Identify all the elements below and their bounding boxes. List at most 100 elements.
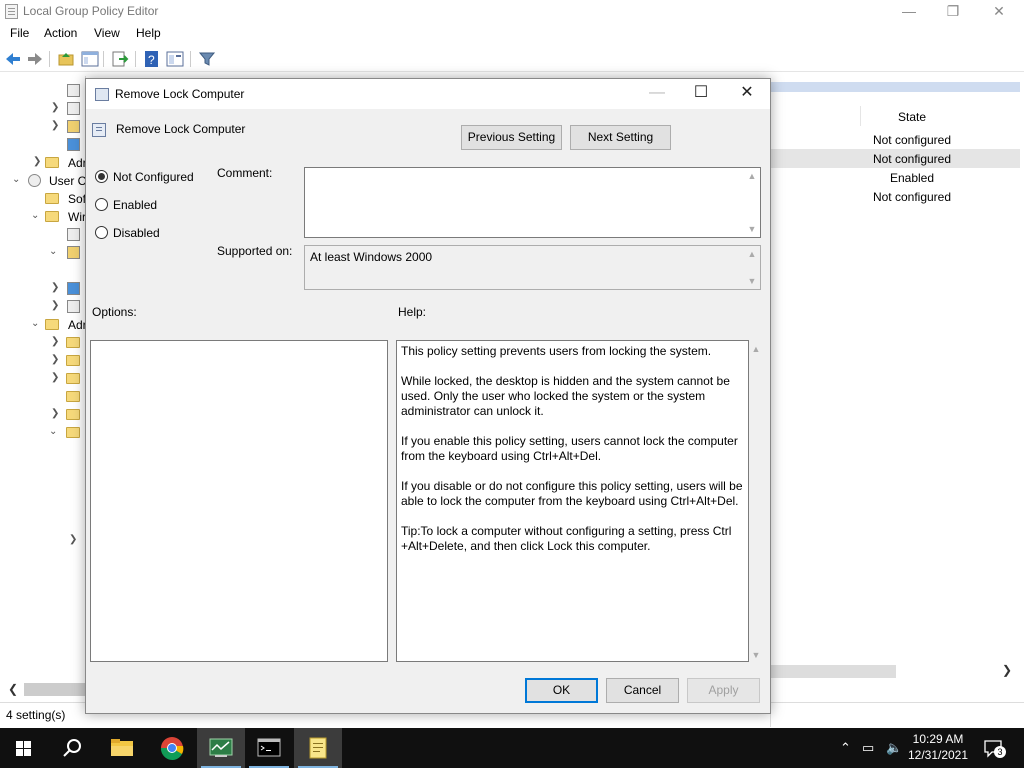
apply-button[interactable]: Apply: [687, 678, 760, 703]
tree-node[interactable]: ❯: [4, 298, 85, 316]
dialog-titlebar[interactable]: Remove Lock Computer — ☐ ✕: [86, 79, 770, 109]
tree-node[interactable]: ❯: [4, 280, 85, 298]
menu-help[interactable]: Help: [136, 26, 161, 40]
tree-node-software-settings[interactable]: Sof: [4, 190, 85, 208]
tree-horizontal-scrollbar[interactable]: ❮: [4, 680, 86, 698]
dialog-minimize-button: —: [649, 84, 665, 101]
tree-node-admin-templates-user[interactable]: ⌄ Adr: [4, 316, 85, 334]
options-panel: [90, 340, 388, 662]
dialog-maximize-button[interactable]: ☐: [678, 79, 724, 109]
help-paragraph: While locked, the desktop is hidden and …: [401, 374, 730, 418]
taskbar-chrome[interactable]: [148, 728, 196, 768]
chevron-up-icon[interactable]: ⌃: [840, 740, 851, 756]
list-item[interactable]: Not configured: [770, 187, 1020, 206]
policy-setting-icon: [92, 123, 106, 137]
search-icon: [63, 739, 81, 757]
taskbar-command-prompt[interactable]: [245, 728, 293, 768]
comment-scrollbar[interactable]: ▲ ▼: [746, 170, 758, 235]
volume-muted-icon[interactable]: 🔈: [886, 740, 902, 756]
list-item[interactable]: Not configured: [770, 149, 1020, 168]
qos-chart-icon: [67, 138, 80, 151]
scroll-thumb[interactable]: [770, 665, 896, 678]
tree-node[interactable]: ❯: [4, 370, 85, 388]
tree-node[interactable]: ⌄: [4, 244, 85, 262]
policy-setting-dialog: Remove Lock Computer — ☐ ✕ Remove Lock C…: [85, 78, 771, 714]
menu-view[interactable]: View: [94, 26, 120, 40]
comment-field[interactable]: ▲ ▼: [304, 167, 761, 238]
qos-chart-icon: [67, 282, 80, 295]
scroll-up-icon[interactable]: ▲: [749, 344, 763, 354]
up-folder-icon[interactable]: [57, 50, 75, 68]
show-hide-tree-icon[interactable]: [81, 50, 99, 68]
security-icon: [67, 120, 80, 133]
menu-action[interactable]: Action: [44, 26, 77, 40]
export-list-icon[interactable]: [111, 50, 129, 68]
tree-node[interactable]: ⌄: [4, 424, 85, 442]
tree-node-windows-settings[interactable]: ⌄ Wir: [4, 208, 85, 226]
help-paragraph: If you enable this policy setting, users…: [401, 434, 738, 463]
dialog-close-button[interactable]: ✕: [724, 79, 770, 109]
help-panel: This policy setting prevents users from …: [396, 340, 749, 662]
notification-center-icon[interactable]: 3: [983, 738, 1006, 758]
scroll-down-icon[interactable]: ▼: [749, 650, 763, 660]
supported-on-label: Supported on:: [217, 244, 293, 258]
help-paragraph: If you disable or do not configure this …: [401, 479, 743, 508]
help-icon[interactable]: ?: [143, 50, 161, 68]
filter-icon[interactable]: [198, 50, 216, 68]
taskbar-file-explorer[interactable]: [98, 728, 146, 768]
chrome-icon: [160, 737, 184, 760]
tree-node[interactable]: ❯: [4, 334, 85, 352]
status-text: 4 setting(s): [6, 708, 66, 722]
gpe-titlebar: Local Group Policy Editor — ❐ ✕: [0, 0, 1024, 24]
cancel-button[interactable]: Cancel: [606, 678, 679, 703]
gpe-window-title: Local Group Policy Editor: [23, 4, 159, 18]
scroll-left-icon[interactable]: ❮: [8, 682, 18, 696]
search-button[interactable]: [48, 728, 96, 768]
scroll-right-icon[interactable]: ❯: [1002, 663, 1012, 677]
tree-node[interactable]: [4, 226, 85, 244]
ok-button[interactable]: OK: [525, 678, 598, 703]
taskbar-notepad[interactable]: [294, 728, 342, 768]
comment-label: Comment:: [217, 166, 273, 180]
menu-file[interactable]: File: [10, 26, 29, 40]
forward-arrow-icon[interactable]: [26, 50, 44, 68]
tree-node[interactable]: ❯: [4, 100, 85, 118]
printer-icon: [67, 102, 80, 115]
tree-node[interactable]: [4, 82, 85, 100]
policy-icon: [67, 84, 80, 97]
tree-node-admin-templates[interactable]: ❯ Adr: [4, 154, 85, 172]
column-header-state[interactable]: State: [862, 110, 962, 124]
help-paragraph: This policy setting prevents users from …: [401, 344, 712, 358]
notification-badge: 3: [994, 746, 1006, 758]
network-icon[interactable]: ▭: [862, 740, 874, 756]
tree-node-user-configuration[interactable]: ⌄User Co: [4, 172, 85, 190]
start-button[interactable]: [0, 728, 48, 768]
tree-node[interactable]: ❯: [4, 352, 85, 370]
tree-node[interactable]: [4, 136, 85, 154]
task-manager-icon: [209, 738, 233, 757]
close-button[interactable]: ✕: [976, 0, 1022, 24]
tree-node[interactable]: [4, 388, 85, 406]
minimize-button[interactable]: —: [886, 0, 932, 24]
tree-node[interactable]: ❯: [4, 406, 85, 424]
clock[interactable]: 10:29 AM 12/31/2021: [905, 731, 971, 763]
svg-text:?: ?: [148, 53, 155, 67]
policy-setting-icon: [95, 88, 109, 101]
tree-node[interactable]: ❯: [4, 532, 85, 550]
next-setting-button[interactable]: Next Setting: [570, 125, 671, 150]
restore-button[interactable]: ❐: [930, 0, 976, 24]
list-item[interactable]: Not configured: [770, 130, 1020, 149]
list-item[interactable]: Enabled: [770, 168, 1020, 187]
previous-setting-button[interactable]: Previous Setting: [461, 125, 562, 150]
properties-icon[interactable]: [166, 50, 184, 68]
tree-node[interactable]: ❯: [4, 118, 85, 136]
list-horizontal-scrollbar[interactable]: ❯: [770, 663, 1020, 680]
taskbar-group-policy-editor[interactable]: [197, 728, 245, 768]
terminal-icon: [257, 738, 281, 757]
help-scrollbar[interactable]: ▲ ▼: [749, 340, 763, 662]
supported-on-scrollbar[interactable]: ▲ ▼: [746, 248, 758, 287]
supported-on-field: At least Windows 2000 ▲ ▼: [304, 245, 761, 290]
back-arrow-icon[interactable]: [4, 50, 22, 68]
toolbar: ?: [0, 46, 1024, 72]
scroll-thumb[interactable]: [24, 683, 86, 696]
